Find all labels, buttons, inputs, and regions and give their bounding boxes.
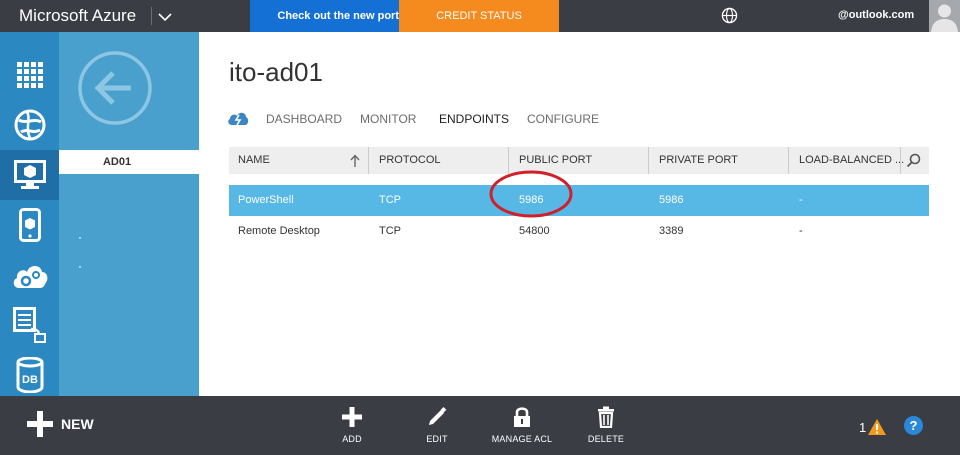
nav-all-items[interactable] bbox=[0, 50, 59, 100]
table-row[interactable]: Remote Desktop TCP 54800 3389 - bbox=[229, 216, 929, 247]
plus-icon bbox=[342, 407, 362, 427]
tab-monitor[interactable]: MONITOR bbox=[360, 112, 416, 126]
user-silhouette-icon bbox=[931, 4, 958, 32]
column-header-protocol[interactable]: PROTOCOL bbox=[370, 147, 508, 174]
cell-name: Remote Desktop bbox=[238, 225, 320, 237]
nav-cloud-services[interactable] bbox=[0, 250, 59, 300]
tab-endpoints[interactable]: ENDPOINTS bbox=[439, 112, 509, 126]
column-header-public-port[interactable]: PUBLIC PORT bbox=[510, 147, 648, 174]
nav-mobile-services[interactable] bbox=[0, 200, 59, 250]
warning-icon bbox=[868, 419, 887, 435]
cloud-lightning-icon bbox=[228, 112, 249, 126]
tab-dashboard[interactable]: DASHBOARD bbox=[266, 112, 342, 126]
cell-public-port: 5986 bbox=[519, 194, 544, 206]
column-header-name[interactable]: NAME bbox=[229, 147, 367, 174]
cell-private-port: 3389 bbox=[659, 225, 684, 237]
trash-icon bbox=[598, 406, 614, 428]
table-row[interactable]: PowerShell TCP 5986 5986 - bbox=[229, 185, 929, 216]
alert-count: 1 bbox=[859, 419, 867, 435]
add-button-label: ADD bbox=[342, 434, 362, 444]
main-content: ito-ad01 DASHBOARD MONITOR ENDPOINTS CON… bbox=[199, 32, 960, 396]
db-label: DB bbox=[22, 374, 38, 386]
nav-batch-services[interactable] bbox=[0, 300, 59, 350]
lock-icon bbox=[514, 407, 530, 427]
delete-button[interactable]: DELETE bbox=[566, 406, 646, 448]
brand-divider bbox=[151, 7, 152, 25]
cell-protocol: TCP bbox=[379, 225, 401, 237]
globe-icon[interactable] bbox=[721, 7, 738, 24]
azure-portal: Microsoft Azure Check out the new port C… bbox=[0, 0, 960, 455]
edit-button-label: EDIT bbox=[426, 434, 448, 444]
plus-icon bbox=[27, 411, 53, 437]
edit-button[interactable]: EDIT bbox=[397, 406, 477, 448]
manage-acl-button[interactable]: MANAGE ACL bbox=[482, 406, 562, 448]
column-divider bbox=[368, 147, 369, 174]
cell-name: PowerShell bbox=[238, 194, 294, 206]
left-nav: DB bbox=[0, 32, 59, 396]
new-button[interactable]: NEW bbox=[27, 409, 94, 439]
cell-protocol: TCP bbox=[379, 194, 401, 206]
sort-ascending-arrow-icon[interactable] bbox=[350, 154, 360, 167]
top-bar: Microsoft Azure Check out the new port C… bbox=[0, 0, 960, 32]
back-arrow-icon[interactable] bbox=[77, 50, 153, 126]
tab-configure[interactable]: CONFIGURE bbox=[527, 112, 599, 126]
brand-title[interactable]: Microsoft Azure bbox=[19, 6, 136, 26]
alerts-indicator[interactable]: 1 bbox=[859, 418, 887, 436]
column-header-private-port[interactable]: PRIVATE PORT bbox=[650, 147, 788, 174]
nav-web-sites[interactable] bbox=[0, 100, 59, 150]
credit-status-button[interactable]: CREDIT STATUS bbox=[399, 0, 559, 32]
cell-private-port: 5986 bbox=[659, 194, 684, 206]
mobile-services-icon bbox=[18, 208, 41, 242]
manage-acl-button-label: MANAGE ACL bbox=[491, 434, 553, 444]
promo-banner[interactable]: Check out the new port bbox=[250, 0, 400, 32]
nav-virtual-machines[interactable] bbox=[0, 150, 59, 200]
search-icon[interactable] bbox=[906, 153, 921, 168]
add-button[interactable]: ADD bbox=[312, 406, 392, 448]
endpoints-table-header: NAME PROTOCOL PUBLIC PORT PRIVATE PORT L… bbox=[229, 147, 929, 174]
sql-database-icon: DB bbox=[16, 357, 43, 393]
command-bar: NEW ADD EDIT MANAGE ACL DELETE 1 ? bbox=[0, 396, 960, 455]
cell-load-balanced: - bbox=[799, 225, 803, 237]
avatar[interactable] bbox=[929, 0, 960, 32]
delete-button-label: DELETE bbox=[587, 434, 625, 444]
page-title: ito-ad01 bbox=[229, 57, 323, 87]
help-button[interactable]: ? bbox=[904, 416, 923, 435]
column-divider bbox=[900, 147, 901, 174]
subnav-marker bbox=[79, 237, 81, 239]
virtual-machines-monitor-icon bbox=[13, 160, 46, 189]
cloud-services-gear-icon bbox=[13, 266, 47, 288]
vm-subnav: AD01 bbox=[59, 32, 199, 396]
subnav-item-ad01[interactable]: AD01 bbox=[59, 150, 199, 174]
all-items-grid-icon bbox=[16, 62, 43, 88]
column-header-load-balanced[interactable]: LOAD-BALANCED ... bbox=[790, 147, 904, 174]
cell-load-balanced: - bbox=[799, 194, 803, 206]
chevron-down-icon[interactable] bbox=[156, 8, 174, 26]
new-button-label: NEW bbox=[61, 416, 94, 432]
pencil-icon bbox=[429, 406, 447, 425]
column-divider bbox=[788, 147, 789, 174]
column-divider bbox=[648, 147, 649, 174]
subnav-marker bbox=[79, 266, 81, 268]
web-sites-globe-icon bbox=[14, 109, 45, 141]
nav-sql-databases[interactable]: DB bbox=[0, 350, 59, 400]
batch-services-icon bbox=[12, 307, 46, 343]
account-email[interactable]: @outlook.com bbox=[838, 9, 914, 21]
column-divider bbox=[508, 147, 509, 174]
cell-public-port: 54800 bbox=[519, 225, 550, 237]
